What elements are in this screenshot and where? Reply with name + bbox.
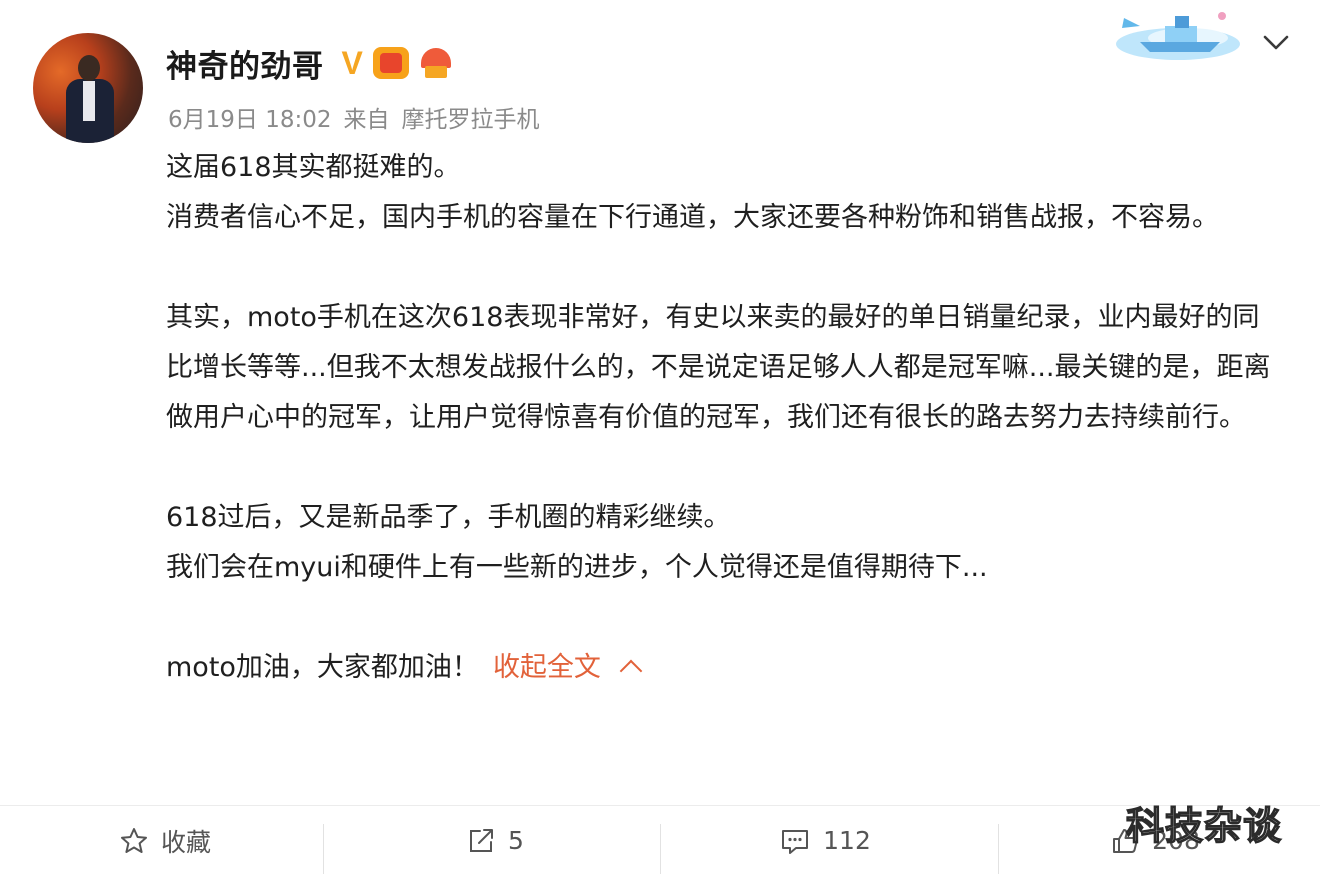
closing-line: moto加油，大家都加油！ xyxy=(166,652,479,683)
action-divider xyxy=(323,824,324,874)
favorite-button[interactable]: 收藏 xyxy=(0,806,330,874)
post-timestamp[interactable]: 6月19日 18:02 xyxy=(168,100,332,134)
post-source[interactable]: 摩托罗拉手机 xyxy=(402,100,540,134)
comment-icon xyxy=(782,829,809,854)
avatar-figure-head xyxy=(78,55,100,81)
weibo-post-card: 神奇的劲哥 V 6月19日 18:02 来自 摩托罗拉手机 这届618其实都挺难… xyxy=(0,0,1320,874)
source-prefix: 来自 xyxy=(343,107,390,133)
author-name[interactable]: 神奇的劲哥 xyxy=(166,41,324,86)
author-avatar[interactable] xyxy=(33,33,143,143)
chevron-up-icon[interactable] xyxy=(619,659,643,683)
post-meta: 6月19日 18:02 来自 摩托罗拉手机 xyxy=(168,100,540,134)
author-name-row: 神奇的劲哥 V xyxy=(166,38,453,88)
collapse-text-link[interactable]: 收起全文 xyxy=(493,652,601,683)
watermark-text: 科技杂谈 xyxy=(1125,803,1283,848)
favorite-label: 收藏 xyxy=(160,827,211,857)
chevron-down-icon[interactable] xyxy=(1260,26,1292,58)
ship-decoration-icon xyxy=(1116,12,1240,60)
comment-button[interactable]: 112 xyxy=(660,806,990,874)
content-line: 618过后，又是新品季了，手机圈的精彩继续。 xyxy=(166,502,731,533)
repost-count: 5 xyxy=(508,826,524,855)
repost-icon xyxy=(470,828,494,852)
content-line: 这届618其实都挺难的。 xyxy=(166,152,461,183)
avatar-figure-shirt xyxy=(83,81,95,121)
star-icon xyxy=(120,827,147,853)
fan-badge-icon[interactable] xyxy=(419,46,453,80)
vip-crown-icon[interactable] xyxy=(372,47,409,79)
repost-button[interactable]: 5 xyxy=(330,806,660,874)
closing-line-row: moto加油，大家都加油！ 收起全文 xyxy=(166,643,1286,693)
content-line: 消费者信心不足，国内手机的容量在下行通道，大家还要各种粉饰和销售战报，不容易。 xyxy=(166,202,1219,233)
verified-icon[interactable]: V xyxy=(342,47,363,79)
content-line: 其实，moto手机在这次618表现非常好，有史以来卖的最好的单日销量纪录，业内最… xyxy=(166,302,1271,433)
action-bar: 收藏 5 112 208 xyxy=(0,805,1320,874)
comment-count: 112 xyxy=(823,826,871,855)
content-line: 我们会在myui和硬件上有一些新的进步，个人觉得还是值得期待下... xyxy=(166,552,988,583)
post-content: 这届618其实都挺难的。 消费者信心不足，国内手机的容量在下行通道，大家还要各种… xyxy=(166,143,1286,693)
